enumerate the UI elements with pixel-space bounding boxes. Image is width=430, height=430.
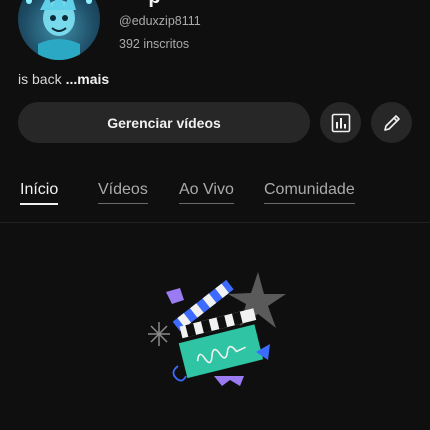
bar-chart-icon (331, 113, 350, 132)
more-link[interactable]: ...mais (66, 71, 110, 87)
edit-channel-button[interactable] (371, 102, 412, 143)
tab-videos[interactable]: Vídeos (98, 180, 148, 204)
tab-comunidade[interactable]: Comunidade (264, 180, 355, 204)
channel-description[interactable]: is back ...mais (18, 71, 109, 87)
tab-inicio[interactable]: Início (20, 180, 59, 205)
subscriber-count: 392 inscritos (119, 37, 190, 51)
pencil-icon (383, 114, 400, 131)
tabs-divider (0, 222, 430, 223)
tab-ao-vivo[interactable]: Ao Vivo (179, 180, 234, 204)
manage-videos-button[interactable]: Gerenciar vídeos (18, 102, 310, 143)
channel-avatar[interactable] (18, 0, 100, 60)
channel-name: · · p (120, 0, 162, 9)
avatar-character-icon (26, 0, 92, 60)
clapperboard-illustration-icon (148, 272, 286, 386)
channel-tabs: Início Vídeos Ao Vivo Comunidade (0, 180, 430, 210)
description-text: is back (18, 71, 62, 87)
empty-state-illustration (130, 260, 300, 390)
analytics-button[interactable] (320, 102, 361, 143)
channel-handle: @eduxzip8111 (119, 14, 201, 28)
channel-page: · · p @eduxzip8111 392 inscritos is back… (0, 0, 430, 430)
